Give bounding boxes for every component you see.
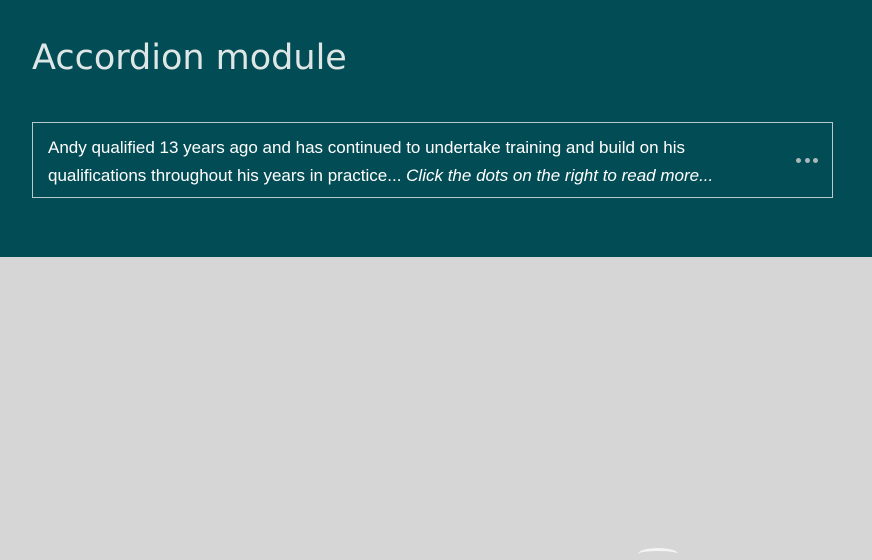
accordion-summary: Andy qualified 13 years ago and has cont…: [48, 134, 778, 190]
loading-spinner-icon: [638, 548, 678, 560]
accordion-item[interactable]: Andy qualified 13 years ago and has cont…: [32, 122, 833, 198]
page-title: Accordion module: [32, 38, 347, 78]
header-section: Accordion module Andy qualified 13 years…: [0, 0, 872, 257]
content-area: [0, 257, 872, 553]
ellipsis-dot: [804, 157, 810, 163]
accordion-read-more-hint: Click the dots on the right to read more…: [406, 166, 714, 185]
ellipsis-dot: [813, 157, 818, 163]
ellipsis-dot: [796, 157, 801, 163]
ellipsis-icon[interactable]: [796, 151, 818, 169]
